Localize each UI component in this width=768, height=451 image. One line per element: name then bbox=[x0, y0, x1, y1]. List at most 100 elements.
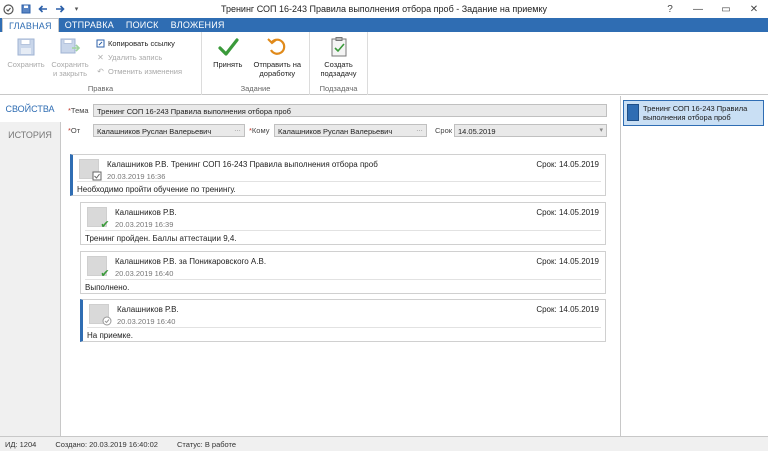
create-subtask-label-1: Создать bbox=[324, 60, 353, 69]
status-bar: ИД: 1204 Создано: 20.03.2019 16:40:02 Ст… bbox=[0, 436, 768, 451]
edit-group-label: Правка bbox=[87, 84, 114, 93]
message-card: ✔ Калашников Р.В. за Поникаровского А.В.… bbox=[80, 251, 606, 294]
subject-label: *Тема bbox=[68, 106, 89, 115]
more-icon[interactable]: … bbox=[416, 126, 423, 133]
save-icon[interactable] bbox=[20, 4, 31, 15]
task-form: *Тема Тренинг СОП 16-243 Правила выполне… bbox=[62, 96, 617, 436]
tab-home[interactable]: ГЛАВНАЯ bbox=[2, 18, 59, 32]
subject-field[interactable]: Тренинг СОП 16-243 Правила выполнения от… bbox=[93, 104, 607, 117]
copy-link-button[interactable]: Копировать ссылку bbox=[96, 38, 182, 49]
back-arrow-icon[interactable] bbox=[37, 4, 48, 15]
message-author: Калашников Р.В. bbox=[117, 305, 179, 314]
to-value: Калашников Руслан Валерьевич bbox=[278, 127, 393, 136]
from-value: Калашников Руслан Валерьевич bbox=[97, 127, 212, 136]
from-field[interactable]: Калашников Руслан Валерьевич … bbox=[93, 124, 245, 137]
ribbon-tabs: ГЛАВНАЯ ОТПРАВКА ПОИСК ВЛОЖЕНИЯ bbox=[0, 18, 768, 32]
tab-attachments[interactable]: ВЛОЖЕНИЯ bbox=[165, 18, 231, 32]
cancel-changes-label: Отменить изменения bbox=[108, 67, 183, 76]
message-card: ✔ Калашников Р.В. 20.03.2019 16:39 Срок:… bbox=[80, 202, 606, 245]
to-label: *Кому bbox=[249, 126, 269, 135]
due-label: Срок bbox=[435, 126, 453, 135]
record-id: ИД: 1204 bbox=[5, 439, 37, 449]
tab-history[interactable]: ИСТОРИЯ bbox=[0, 122, 60, 148]
check-icon: ✔ bbox=[100, 267, 110, 280]
check-icon: ✔ bbox=[100, 218, 110, 231]
created-date: Создано: 20.03.2019 16:40:02 bbox=[55, 439, 158, 449]
message-card: Калашников Р.В. 20.03.2019 16:40 Срок: 1… bbox=[80, 299, 606, 342]
accept-label: Принять bbox=[213, 60, 243, 69]
message-due: Срок: 14.05.2019 bbox=[536, 305, 599, 314]
task-group-label: Задание bbox=[240, 84, 271, 93]
delete-record-label: Удалить запись bbox=[108, 53, 163, 62]
subtask-group-label: Подзадача bbox=[319, 84, 358, 93]
edit-group: Сохранить Сохранить и закрыть Копировать… bbox=[0, 32, 202, 95]
message-author: Калашников Р.В. Тренинг СОП 16-243 Прави… bbox=[107, 160, 378, 169]
status-text: Статус: В работе bbox=[176, 439, 237, 449]
message-card: Калашников Р.В. Тренинг СОП 16-243 Прави… bbox=[70, 154, 606, 196]
rework-label-1: Отправить на bbox=[253, 60, 302, 69]
message-author: Калашников Р.В. bbox=[115, 208, 177, 217]
help-button[interactable]: ? bbox=[656, 0, 684, 18]
to-label-text: Кому bbox=[251, 126, 270, 135]
pending-icon bbox=[101, 315, 113, 327]
message-due: Срок: 14.05.2019 bbox=[536, 160, 599, 169]
save-label: Сохранить bbox=[7, 60, 45, 69]
save-close-icon bbox=[59, 36, 81, 58]
minimize-button[interactable]: — bbox=[684, 0, 712, 18]
divider bbox=[87, 327, 601, 328]
divider bbox=[85, 230, 601, 231]
related-item[interactable]: Тренинг СОП 16-243 Правила выполнения от… bbox=[623, 100, 764, 126]
rework-icon bbox=[266, 36, 288, 58]
related-items-panel: Тренинг СОП 16-243 Правила выполнения от… bbox=[620, 96, 765, 436]
subtask-group: Создать подзадачу Подзадача bbox=[310, 32, 368, 95]
app-icon bbox=[3, 3, 14, 15]
message-due: Срок: 14.05.2019 bbox=[536, 208, 599, 217]
link-icon bbox=[96, 39, 105, 48]
message-body: На приемке. bbox=[87, 331, 133, 340]
ribbon: Сохранить Сохранить и закрыть Копировать… bbox=[0, 32, 768, 95]
clipboard-icon bbox=[328, 36, 350, 58]
message-body: Необходимо пройти обучение по тренингу. bbox=[77, 185, 236, 194]
message-date: 20.03.2019 16:39 bbox=[115, 220, 174, 229]
divider bbox=[85, 279, 601, 280]
checkmark-icon bbox=[217, 36, 239, 58]
task-group: Принять Отправить на доработку Задание bbox=[202, 32, 310, 95]
delete-record-button[interactable]: ✕ Удалить запись bbox=[96, 52, 182, 63]
close-button[interactable]: ✕ bbox=[740, 0, 768, 18]
related-item-title: Тренинг СОП 16-243 Правила выполнения от… bbox=[643, 104, 748, 122]
title-bar: ▾ Тренинг СОП 16-243 Правила выполнения … bbox=[0, 0, 768, 18]
from-label-text: От bbox=[70, 126, 81, 135]
delete-icon: ✕ bbox=[97, 53, 104, 62]
tab-send[interactable]: ОТПРАВКА bbox=[59, 18, 120, 32]
window-title: Тренинг СОП 16-243 Правила выполнения от… bbox=[220, 4, 548, 14]
due-value: 14.05.2019 bbox=[458, 127, 496, 136]
window-controls: ? — ▭ ✕ bbox=[656, 0, 768, 18]
to-field[interactable]: Калашников Руслан Валерьевич … bbox=[274, 124, 427, 137]
document-icon bbox=[627, 104, 639, 121]
quick-access-toolbar: ▾ bbox=[0, 0, 82, 18]
message-author: Калашников Р.В. за Поникаровского А.В. bbox=[115, 257, 267, 266]
message-body: Выполнено. bbox=[85, 283, 130, 292]
save-close-label-1: Сохранить bbox=[51, 60, 89, 69]
forward-arrow-icon[interactable] bbox=[54, 4, 65, 15]
message-due: Срок: 14.05.2019 bbox=[536, 257, 599, 266]
undo-icon: ↶ bbox=[97, 67, 104, 76]
save-close-label-2: и закрыть bbox=[52, 69, 88, 78]
message-date: 20.03.2019 16:40 bbox=[117, 317, 176, 326]
subject-value: Тренинг СОП 16-243 Правила выполнения от… bbox=[97, 107, 291, 116]
customize-toolbar-icon[interactable]: ▾ bbox=[71, 4, 82, 15]
side-tabs: СВОЙСТВА ИСТОРИЯ bbox=[0, 96, 61, 436]
restore-button[interactable]: ▭ bbox=[712, 0, 740, 18]
create-subtask-label-2: подзадачу bbox=[320, 69, 357, 78]
due-date-field[interactable]: 14.05.2019 ▾ bbox=[454, 124, 607, 137]
cancel-changes-button[interactable]: ↶ Отменить изменения bbox=[96, 66, 182, 77]
rework-label-2: доработку bbox=[259, 69, 296, 78]
subject-label-text: Тема bbox=[70, 106, 89, 115]
tab-properties[interactable]: СВОЙСТВА bbox=[0, 96, 61, 122]
more-icon[interactable]: … bbox=[234, 126, 241, 133]
message-date: 20.03.2019 16:40 bbox=[115, 269, 174, 278]
tab-search[interactable]: ПОИСК bbox=[120, 18, 165, 32]
message-body: Тренинг пройден. Баллы аттестации 9,4. bbox=[85, 234, 237, 243]
divider bbox=[77, 181, 601, 182]
chevron-down-icon[interactable]: ▾ bbox=[599, 126, 603, 134]
